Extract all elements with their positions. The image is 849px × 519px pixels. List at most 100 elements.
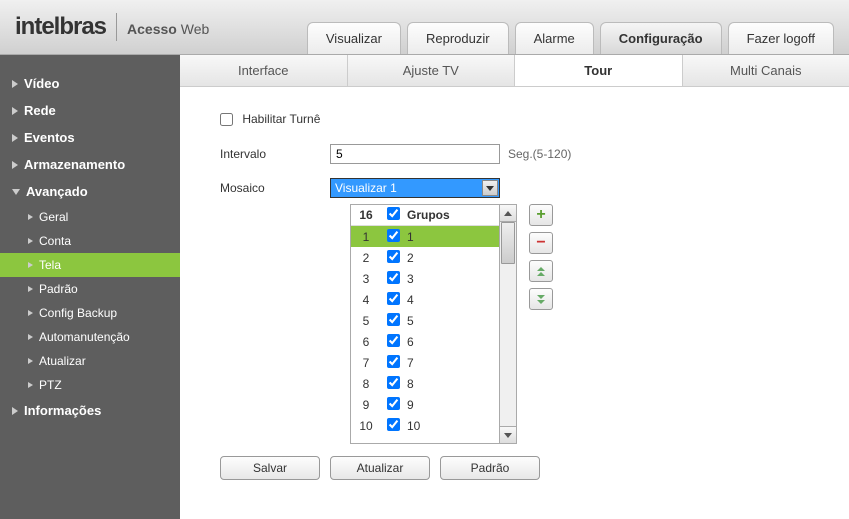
brand-subtitle: Acesso Web bbox=[127, 21, 209, 37]
chevron-down-icon bbox=[12, 189, 20, 195]
tab-configuração[interactable]: Configuração bbox=[600, 22, 722, 54]
groups-area: 16Grupos1122334455667788991010 + − bbox=[350, 204, 829, 444]
subtab-interface[interactable]: Interface bbox=[180, 55, 348, 86]
chevron-right-icon bbox=[12, 407, 18, 415]
action-buttons: Salvar Atualizar Padrão bbox=[220, 456, 829, 480]
add-group-button[interactable]: + bbox=[529, 204, 553, 226]
row-checkbox[interactable] bbox=[387, 397, 400, 410]
refresh-button[interactable]: Atualizar bbox=[330, 456, 430, 480]
row-checkbox[interactable] bbox=[387, 376, 400, 389]
groups-header: 16Grupos bbox=[351, 205, 499, 226]
chevron-right-icon bbox=[12, 134, 18, 142]
remove-group-button[interactable]: − bbox=[529, 232, 553, 254]
sidebar-sub-config-backup[interactable]: Config Backup bbox=[0, 301, 180, 325]
chevron-right-icon bbox=[28, 310, 33, 316]
row-checkbox[interactable] bbox=[387, 271, 400, 284]
chevron-right-icon bbox=[28, 358, 33, 364]
tab-alarme[interactable]: Alarme bbox=[515, 22, 594, 54]
groups-side-buttons: + − bbox=[529, 204, 553, 444]
sidebar-item-vídeo[interactable]: Vídeo bbox=[0, 70, 180, 97]
groups-select-all[interactable] bbox=[387, 207, 400, 220]
sidebar: VídeoRedeEventosArmazenamentoAvançadoGer… bbox=[0, 55, 180, 519]
chevron-right-icon bbox=[28, 286, 33, 292]
row-checkbox[interactable] bbox=[387, 355, 400, 368]
sidebar-sub-geral[interactable]: Geral bbox=[0, 205, 180, 229]
enable-tour-row: Habilitar Turnê bbox=[200, 112, 829, 126]
subtab-tour[interactable]: Tour bbox=[515, 55, 683, 86]
chevron-right-icon bbox=[12, 107, 18, 115]
intervalo-label: Intervalo bbox=[200, 147, 330, 161]
mosaico-value: Visualizar 1 bbox=[335, 181, 495, 195]
save-button[interactable]: Salvar bbox=[220, 456, 320, 480]
tour-content: Habilitar Turnê Intervalo Seg.(5-120) Mo… bbox=[180, 87, 849, 505]
main-panel: InterfaceAjuste TVTourMulti Canais Habil… bbox=[180, 55, 849, 519]
enable-tour-checkbox[interactable] bbox=[220, 113, 233, 126]
groups-table: 16Grupos1122334455667788991010 bbox=[350, 204, 500, 444]
table-row[interactable]: 44 bbox=[351, 289, 499, 310]
chevron-right-icon bbox=[28, 334, 33, 340]
header: intelbras Acesso Web VisualizarReproduzi… bbox=[0, 0, 849, 55]
sidebar-sub-ptz[interactable]: PTZ bbox=[0, 373, 180, 397]
brand-name: intelbras bbox=[15, 13, 106, 41]
table-row[interactable]: 33 bbox=[351, 268, 499, 289]
default-button[interactable]: Padrão bbox=[440, 456, 540, 480]
chevron-right-icon bbox=[28, 214, 33, 220]
groups-scrollbar[interactable] bbox=[500, 204, 517, 444]
sidebar-item-eventos[interactable]: Eventos bbox=[0, 124, 180, 151]
intervalo-hint: Seg.(5-120) bbox=[508, 147, 571, 161]
move-down-button[interactable] bbox=[529, 288, 553, 310]
row-checkbox[interactable] bbox=[387, 229, 400, 242]
sidebar-sub-atualizar[interactable]: Atualizar bbox=[0, 349, 180, 373]
minus-icon: − bbox=[536, 235, 545, 251]
brand-logo: intelbras Acesso Web bbox=[15, 13, 209, 41]
double-down-icon bbox=[537, 295, 545, 304]
mosaico-select[interactable]: Visualizar 1 bbox=[330, 178, 500, 198]
chevron-right-icon bbox=[28, 382, 33, 388]
scroll-down-icon[interactable] bbox=[500, 426, 516, 443]
table-row[interactable]: 22 bbox=[351, 247, 499, 268]
chevron-right-icon bbox=[12, 161, 18, 169]
sub-tabs: InterfaceAjuste TVTourMulti Canais bbox=[180, 55, 849, 87]
sidebar-sub-automanutenção[interactable]: Automanutenção bbox=[0, 325, 180, 349]
table-row[interactable]: 1010 bbox=[351, 415, 499, 436]
mosaico-label: Mosaico bbox=[200, 181, 330, 195]
table-row[interactable]: 66 bbox=[351, 331, 499, 352]
enable-tour-label: Habilitar Turnê bbox=[242, 112, 320, 126]
move-up-button[interactable] bbox=[529, 260, 553, 282]
mosaico-row: Mosaico Visualizar 1 bbox=[200, 178, 829, 198]
sidebar-sub-conta[interactable]: Conta bbox=[0, 229, 180, 253]
sidebar-item-informações[interactable]: Informações bbox=[0, 397, 180, 424]
subtab-ajuste-tv[interactable]: Ajuste TV bbox=[348, 55, 516, 86]
subtab-multi-canais[interactable]: Multi Canais bbox=[683, 55, 849, 86]
table-row[interactable]: 11 bbox=[351, 226, 499, 247]
row-checkbox[interactable] bbox=[387, 313, 400, 326]
top-tabs: VisualizarReproduzirAlarmeConfiguraçãoFa… bbox=[307, 0, 834, 54]
chevron-right-icon bbox=[28, 262, 33, 268]
row-checkbox[interactable] bbox=[387, 334, 400, 347]
chevron-down-icon[interactable] bbox=[482, 180, 498, 196]
table-row[interactable]: 55 bbox=[351, 310, 499, 331]
row-checkbox[interactable] bbox=[387, 418, 400, 431]
sidebar-sub-padrão[interactable]: Padrão bbox=[0, 277, 180, 301]
sidebar-sub-tela[interactable]: Tela bbox=[0, 253, 180, 277]
row-checkbox[interactable] bbox=[387, 250, 400, 263]
table-row[interactable]: 99 bbox=[351, 394, 499, 415]
scroll-thumb[interactable] bbox=[500, 222, 516, 426]
table-row[interactable]: 77 bbox=[351, 352, 499, 373]
intervalo-row: Intervalo Seg.(5-120) bbox=[200, 144, 829, 164]
logo-divider bbox=[116, 13, 117, 41]
table-row[interactable]: 88 bbox=[351, 373, 499, 394]
row-checkbox[interactable] bbox=[387, 292, 400, 305]
chevron-right-icon bbox=[12, 80, 18, 88]
chevron-right-icon bbox=[28, 238, 33, 244]
sidebar-item-avançado[interactable]: Avançado bbox=[0, 178, 180, 205]
tab-fazer-logoff[interactable]: Fazer logoff bbox=[728, 22, 834, 54]
scroll-up-icon[interactable] bbox=[500, 205, 516, 222]
sidebar-item-armazenamento[interactable]: Armazenamento bbox=[0, 151, 180, 178]
tab-reproduzir[interactable]: Reproduzir bbox=[407, 22, 509, 54]
intervalo-input[interactable] bbox=[330, 144, 500, 164]
tab-visualizar[interactable]: Visualizar bbox=[307, 22, 401, 54]
plus-icon: + bbox=[536, 207, 545, 223]
double-up-icon bbox=[537, 267, 545, 276]
sidebar-item-rede[interactable]: Rede bbox=[0, 97, 180, 124]
